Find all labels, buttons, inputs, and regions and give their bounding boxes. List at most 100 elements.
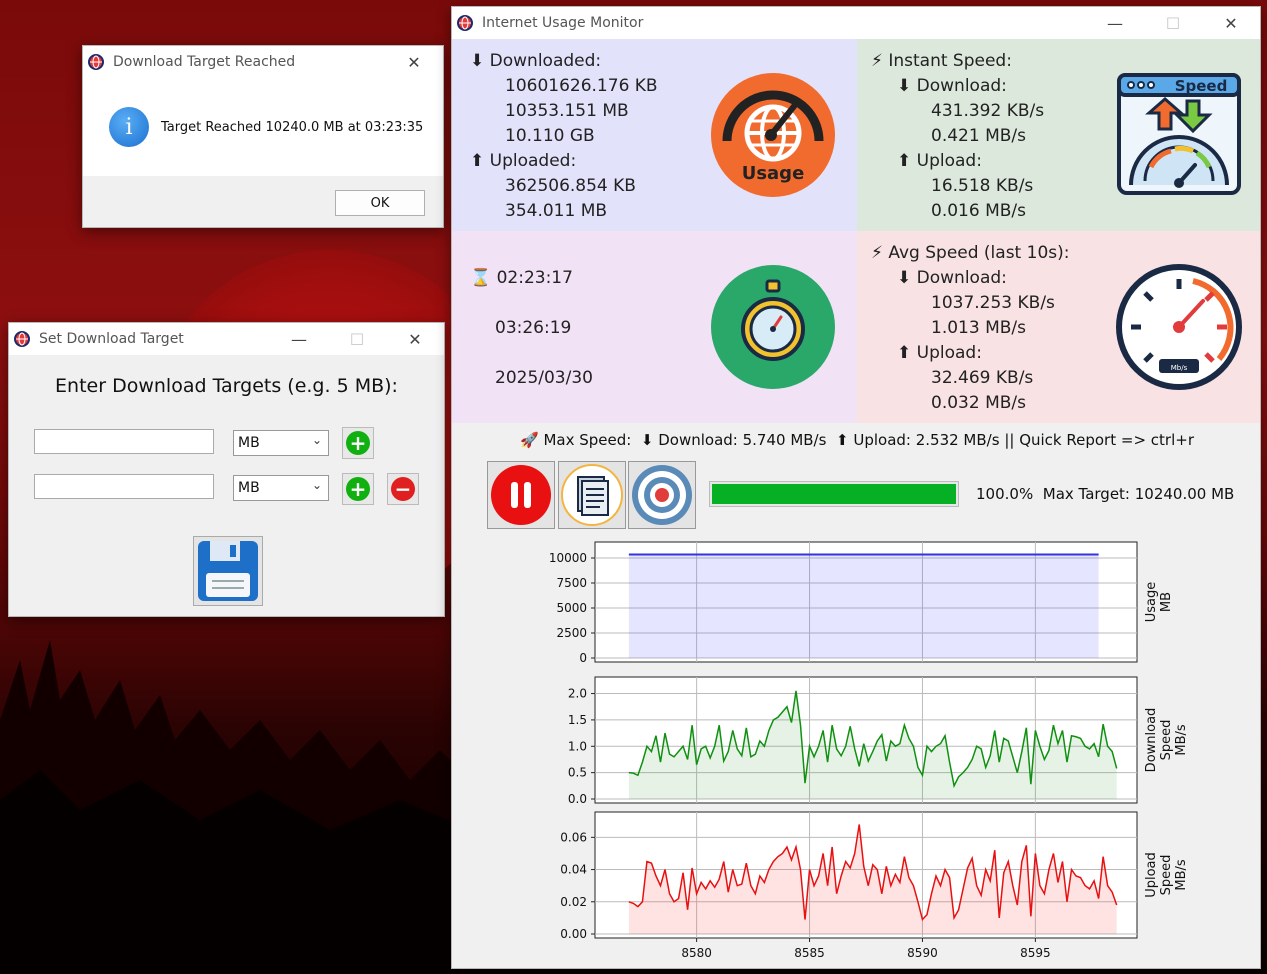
avg-download-label: Download: bbox=[916, 268, 1007, 288]
uploaded-row: ⬆ Uploaded: bbox=[470, 151, 576, 171]
hourglass-icon: ⌛ bbox=[470, 268, 492, 288]
arrow-up-icon: ⬆ bbox=[835, 431, 849, 449]
report-icon bbox=[561, 464, 623, 526]
save-button[interactable] bbox=[193, 536, 263, 606]
window-title: Set Download Target bbox=[39, 331, 184, 347]
progress-fill bbox=[712, 484, 956, 504]
chevron-down-icon: ⌄ bbox=[311, 478, 322, 492]
chevron-down-icon: ⌄ bbox=[311, 433, 322, 447]
uploaded-kb: 362506.854 KB bbox=[505, 176, 636, 196]
instant-speed-panel: ⚡ Instant Speed: ⬇ Download: 431.392 KB/… bbox=[857, 39, 1260, 231]
current-time: 03:26:19 bbox=[495, 318, 572, 338]
close-icon[interactable]: ✕ bbox=[386, 323, 444, 355]
x-tick-label: 8585 bbox=[794, 946, 825, 960]
pause-icon bbox=[491, 465, 551, 525]
instant-upload-kbs: 16.518 KB/s bbox=[931, 176, 1034, 196]
uploaded-label: Uploaded: bbox=[489, 151, 577, 171]
target-progress-bar bbox=[709, 481, 959, 507]
elapsed-time: 02:23:17 bbox=[496, 268, 573, 288]
instant-download-row: ⬇ Download: bbox=[897, 76, 1007, 96]
plus-icon: + bbox=[346, 431, 370, 455]
arrow-up-icon: ⬆ bbox=[897, 151, 912, 171]
y-axis-label-line: Speed bbox=[1159, 720, 1174, 761]
avg-upload-label: Upload: bbox=[916, 343, 982, 363]
add-target-button[interactable]: + bbox=[342, 427, 374, 459]
plus-icon: + bbox=[346, 477, 370, 501]
arrow-down-icon: ⬇ bbox=[897, 268, 912, 288]
downloaded-row: ⬇ Downloaded: bbox=[470, 51, 601, 71]
pause-button[interactable] bbox=[487, 461, 555, 529]
report-button[interactable] bbox=[558, 461, 626, 529]
main-titlebar: Internet Usage Monitor — ☐ ✕ bbox=[452, 7, 1260, 39]
max-target: Max Target: 10240.00 MB bbox=[1042, 485, 1235, 503]
y-axis-label-line: Usage bbox=[1144, 582, 1159, 623]
instant-download-kbs: 431.392 KB/s bbox=[931, 101, 1045, 121]
y-axis-label-line: Speed bbox=[1159, 855, 1174, 896]
max-download: Download: 5.740 MB/s bbox=[658, 431, 827, 449]
usage-gauge-icon: Usage bbox=[711, 73, 835, 197]
downloaded-gb: 10.110 GB bbox=[505, 126, 595, 146]
usage-charts: 0 2500 5000 7500 10000 UsageMB 0.0 0.5 1.0 1.5 2.0… bbox=[549, 541, 1189, 960]
arrow-down-icon: ⬇ bbox=[640, 431, 654, 449]
usage-icon-label: Usage bbox=[742, 163, 805, 184]
elapsed-row: ⌛ 02:23:17 bbox=[470, 268, 573, 288]
globe-app-icon bbox=[457, 15, 473, 31]
target-icon bbox=[632, 465, 692, 525]
y-tick-label: 5000 bbox=[556, 601, 587, 615]
rocket-icon: 🚀 bbox=[520, 431, 539, 449]
window-titlebar: Set Download Target — ☐ ✕ bbox=[9, 323, 444, 355]
add-target-button[interactable]: + bbox=[342, 473, 374, 505]
speed-meter-icon: Speed bbox=[1117, 73, 1241, 195]
close-icon[interactable]: ✕ bbox=[385, 46, 443, 78]
y-tick-label: 2.0 bbox=[568, 687, 587, 701]
y-tick-label: 10000 bbox=[549, 551, 587, 565]
maximize-icon: ☐ bbox=[349, 329, 365, 349]
usage-panel: ⬇ Downloaded: 10601626.176 KB 10353.151 … bbox=[452, 39, 857, 231]
dialog-title: Download Target Reached bbox=[113, 54, 296, 70]
ok-button[interactable]: OK bbox=[335, 190, 425, 216]
downloaded-kb: 10601626.176 KB bbox=[505, 76, 658, 96]
unit-select-value: MB bbox=[238, 435, 260, 451]
unit-select-2[interactable]: MB ⌄ bbox=[233, 475, 329, 501]
y-axis-label: UploadSpeedMB/s bbox=[1144, 852, 1189, 898]
unit-select-value: MB bbox=[238, 480, 260, 496]
y-axis-label: DownloadSpeedMB/s bbox=[1144, 708, 1189, 773]
globe-app-icon bbox=[14, 331, 30, 347]
target-button[interactable] bbox=[628, 461, 696, 529]
close-icon[interactable]: ✕ bbox=[1202, 7, 1260, 39]
main-window-title: Internet Usage Monitor bbox=[482, 15, 644, 31]
y-tick-label: 1.5 bbox=[568, 713, 587, 727]
remove-target-button[interactable]: − bbox=[387, 473, 419, 505]
y-axis-label-line: MB/s bbox=[1174, 724, 1189, 756]
arrow-down-icon: ⬇ bbox=[470, 51, 485, 71]
dialog-titlebar: Download Target Reached ✕ bbox=[83, 46, 443, 78]
progress-percent: 100.0% bbox=[976, 485, 1034, 503]
gauge-unit-label: Mb/s bbox=[1171, 364, 1188, 372]
target-value-input-1[interactable] bbox=[34, 429, 214, 454]
speed-icon-label: Speed bbox=[1175, 77, 1228, 95]
avg-speed-label: Avg Speed (last 10s): bbox=[888, 243, 1070, 263]
instant-download-label: Download: bbox=[916, 76, 1007, 96]
wallpaper-forest-silhouette bbox=[0, 640, 460, 974]
downloaded-label: Downloaded: bbox=[489, 51, 602, 71]
series-area-fill bbox=[628, 554, 1099, 658]
instant-upload-label: Upload: bbox=[916, 151, 982, 171]
target-heading: Enter Download Targets (e.g. 5 MB): bbox=[55, 375, 398, 397]
instant-speed-row: ⚡ Instant Speed: bbox=[871, 51, 1012, 71]
minimize-icon[interactable]: — bbox=[1086, 7, 1144, 39]
y-tick-label: 2500 bbox=[556, 626, 587, 640]
minimize-icon[interactable]: — bbox=[270, 323, 328, 355]
y-axis-label-line: MB bbox=[1159, 592, 1174, 612]
floppy-disk-icon bbox=[198, 541, 258, 601]
y-axis-label-line: MB/s bbox=[1174, 859, 1189, 891]
lightning-icon: ⚡ bbox=[871, 243, 883, 263]
instant-download-mbs: 0.421 MB/s bbox=[931, 126, 1026, 146]
target-value-input-2[interactable] bbox=[34, 474, 214, 499]
instant-speed-label: Instant Speed: bbox=[888, 51, 1012, 71]
x-tick-label: 8595 bbox=[1020, 946, 1051, 960]
lightning-icon: ⚡ bbox=[871, 51, 883, 71]
unit-select-1[interactable]: MB ⌄ bbox=[233, 430, 329, 456]
arrow-up-icon: ⬆ bbox=[470, 151, 485, 171]
time-panel: ⌛ 02:23:17 03:26:19 2025/03/30 bbox=[452, 231, 857, 423]
speedometer-icon: Mb/s bbox=[1116, 264, 1242, 390]
